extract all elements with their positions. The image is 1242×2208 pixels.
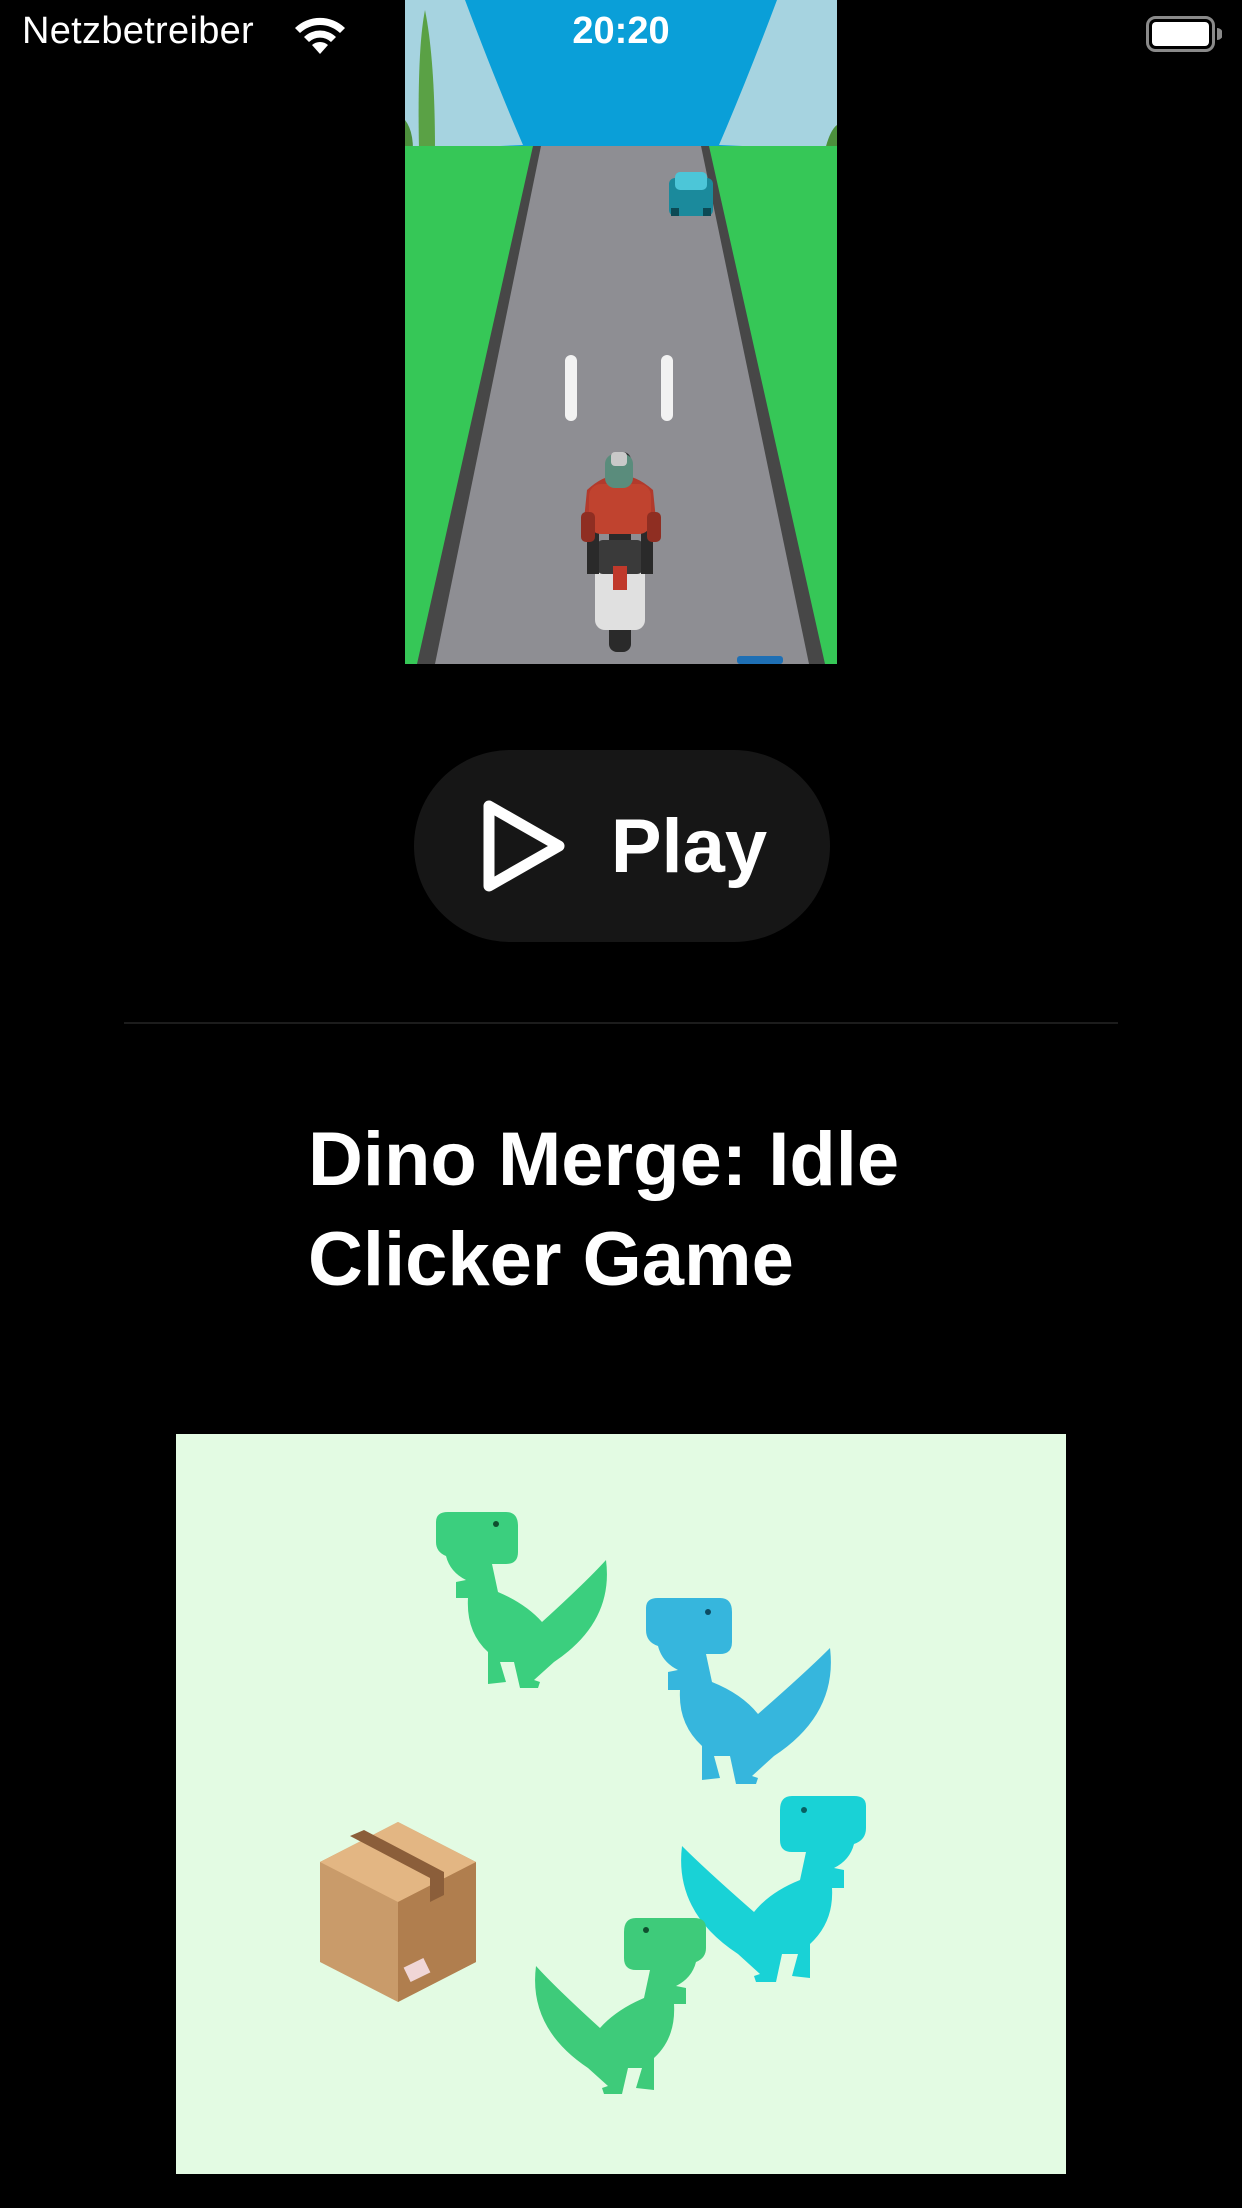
dino-sprite <box>535 1918 706 2094</box>
play-button[interactable]: Play <box>414 750 830 942</box>
dino-sprite <box>681 1796 866 1982</box>
app-screen: Netzbetreiber 20:20 Play Dino Merge: Idl… <box>0 0 1242 2208</box>
dino-game-preview[interactable] <box>176 1434 1066 2174</box>
section-divider <box>124 1022 1118 1024</box>
featured-game-preview[interactable] <box>405 0 837 664</box>
dino-sprite <box>646 1598 831 1784</box>
game-title[interactable]: Dino Merge: Idle Clicker Game <box>308 1110 1068 1310</box>
play-icon <box>483 800 565 892</box>
box-sprite <box>320 1822 476 2002</box>
motorcycle-game-image <box>405 0 837 664</box>
dino-sprite <box>436 1512 607 1688</box>
play-button-label: Play <box>610 803 768 889</box>
dino-game-image <box>320 1512 866 2094</box>
status-time: 20:20 <box>572 10 670 52</box>
car-sprite <box>669 172 713 216</box>
